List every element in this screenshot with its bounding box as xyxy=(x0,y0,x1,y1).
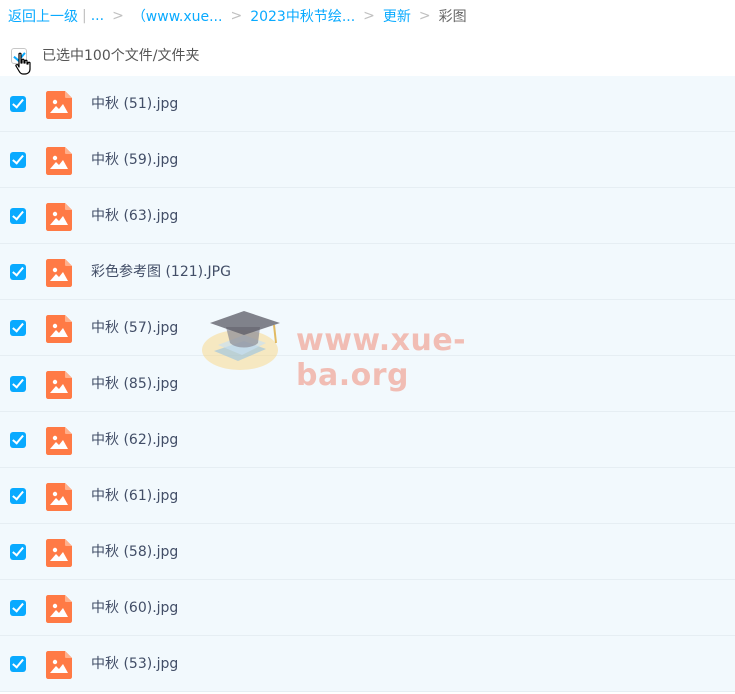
file-name[interactable]: 中秋 (63).jpg xyxy=(91,188,178,244)
selection-header: 已选中100个文件/文件夹 xyxy=(0,38,735,75)
image-file-icon xyxy=(46,203,72,231)
check-icon xyxy=(12,264,24,277)
image-file-icon xyxy=(46,595,72,623)
breadcrumb-ellipsis[interactable]: ... xyxy=(91,8,104,24)
file-checkbox[interactable] xyxy=(10,488,26,504)
check-icon xyxy=(12,208,24,221)
back-link[interactable]: 返回上一级 xyxy=(8,6,78,26)
check-icon xyxy=(12,320,24,333)
breadcrumb-current: 彩图 xyxy=(438,9,467,25)
image-file-icon xyxy=(46,371,72,399)
file-name[interactable]: 彩色参考图 (121).JPG xyxy=(91,244,231,300)
file-row[interactable]: 彩色参考图 (121).JPG xyxy=(0,244,735,300)
breadcrumb-separator: > xyxy=(112,8,124,24)
file-name[interactable]: 中秋 (58).jpg xyxy=(91,524,178,580)
selection-count-label: 已选中100个文件/文件夹 xyxy=(42,48,200,64)
check-icon xyxy=(12,544,24,557)
breadcrumb: 返回上一级 | ... > （www.xue... > 2023中秋节绘... … xyxy=(0,0,735,32)
image-file-icon xyxy=(46,427,72,455)
file-row[interactable]: 中秋 (62).jpg xyxy=(0,412,735,468)
check-icon xyxy=(12,96,24,109)
check-icon xyxy=(12,432,24,445)
file-row[interactable]: 中秋 (53).jpg xyxy=(0,636,735,692)
file-checkbox[interactable] xyxy=(10,152,26,168)
check-icon xyxy=(12,656,24,669)
image-file-icon xyxy=(46,539,72,567)
file-checkbox[interactable] xyxy=(10,208,26,224)
file-name[interactable]: 中秋 (51).jpg xyxy=(91,76,178,132)
file-row[interactable]: 中秋 (63).jpg xyxy=(0,188,735,244)
image-file-icon xyxy=(46,147,72,175)
file-row[interactable]: 中秋 (57).jpg xyxy=(0,300,735,356)
image-file-icon xyxy=(46,91,72,119)
file-row[interactable]: 中秋 (61).jpg xyxy=(0,468,735,524)
file-checkbox[interactable] xyxy=(10,96,26,112)
file-row[interactable]: 中秋 (58).jpg xyxy=(0,524,735,580)
breadcrumb-item-update[interactable]: 更新 xyxy=(383,6,411,26)
file-name[interactable]: 中秋 (59).jpg xyxy=(91,132,178,188)
file-name[interactable]: 中秋 (61).jpg xyxy=(91,468,178,524)
file-row[interactable]: 中秋 (60).jpg xyxy=(0,580,735,636)
check-icon xyxy=(12,376,24,389)
hand-cursor-icon xyxy=(15,52,31,75)
file-checkbox[interactable] xyxy=(10,544,26,560)
breadcrumb-item-root[interactable]: （www.xue... xyxy=(132,6,223,26)
check-icon xyxy=(12,600,24,613)
file-checkbox[interactable] xyxy=(10,432,26,448)
file-row[interactable]: 中秋 (51).jpg xyxy=(0,76,735,132)
breadcrumb-pipe: | xyxy=(82,8,87,24)
file-name[interactable]: 中秋 (85).jpg xyxy=(91,356,178,412)
file-checkbox[interactable] xyxy=(10,320,26,336)
file-checkbox[interactable] xyxy=(10,264,26,280)
file-checkbox[interactable] xyxy=(10,656,26,672)
breadcrumb-separator: > xyxy=(363,8,375,24)
image-file-icon xyxy=(46,651,72,679)
file-name[interactable]: 中秋 (60).jpg xyxy=(91,580,178,636)
file-name[interactable]: 中秋 (62).jpg xyxy=(91,412,178,468)
file-row[interactable]: 中秋 (85).jpg xyxy=(0,356,735,412)
breadcrumb-item-folder[interactable]: 2023中秋节绘... xyxy=(250,6,355,26)
image-file-icon xyxy=(46,483,72,511)
breadcrumb-separator: > xyxy=(418,8,431,24)
file-name[interactable]: 中秋 (53).jpg xyxy=(91,636,178,692)
image-file-icon xyxy=(46,259,72,287)
breadcrumb-separator: > xyxy=(230,8,243,24)
file-row[interactable]: 中秋 (59).jpg xyxy=(0,132,735,188)
image-file-icon xyxy=(46,315,72,343)
check-icon xyxy=(12,488,24,501)
check-icon xyxy=(12,152,24,165)
file-checkbox[interactable] xyxy=(10,376,26,392)
file-checkbox[interactable] xyxy=(10,600,26,616)
file-name[interactable]: 中秋 (57).jpg xyxy=(91,300,178,356)
file-list: 中秋 (51).jpg 中秋 (59).jpg 中秋 (63).jpg 彩色参考… xyxy=(0,76,735,692)
